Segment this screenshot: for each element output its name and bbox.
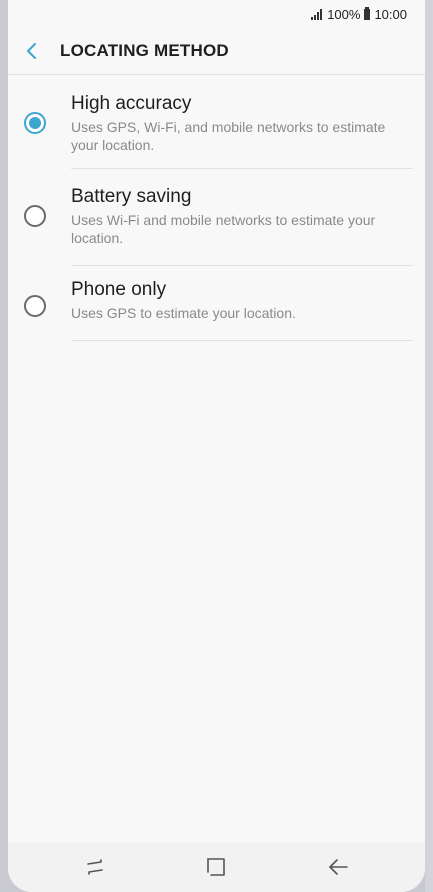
option-description: Uses GPS, Wi-Fi, and mobile networks to … xyxy=(71,119,386,153)
back-arrow-icon xyxy=(329,859,348,875)
clock: 10:00 xyxy=(374,6,407,22)
battery-icon xyxy=(364,6,371,20)
option-text: Battery saving Uses Wi-Fi and mobile net… xyxy=(71,173,413,266)
home-button[interactable] xyxy=(196,849,236,885)
battery-percent: 100% xyxy=(327,6,361,22)
recents-button[interactable] xyxy=(75,849,115,885)
option-battery-saving[interactable]: Battery saving Uses Wi-Fi and mobile net… xyxy=(8,173,425,266)
option-description: Uses GPS to estimate your location. xyxy=(71,305,296,321)
option-description: Uses Wi-Fi and mobile networks to estima… xyxy=(71,212,376,246)
app-bar: LOCATING METHOD xyxy=(8,28,425,75)
navigation-bar xyxy=(8,842,425,892)
page-title: LOCATING METHOD xyxy=(60,41,229,60)
option-text: High accuracy Uses GPS, Wi-Fi, and mobil… xyxy=(71,80,413,169)
recents-icon xyxy=(87,859,103,875)
back-button[interactable] xyxy=(10,29,54,73)
back-nav-button[interactable] xyxy=(318,849,358,885)
home-icon xyxy=(207,858,226,876)
locating-method-list: High accuracy Uses GPS, Wi-Fi, and mobil… xyxy=(8,80,425,341)
option-high-accuracy[interactable]: High accuracy Uses GPS, Wi-Fi, and mobil… xyxy=(8,80,425,173)
chevron-left-icon xyxy=(27,43,36,59)
radio-battery-saving[interactable] xyxy=(24,205,46,227)
radio-phone-only[interactable] xyxy=(24,295,46,317)
radio-high-accuracy[interactable] xyxy=(24,112,46,134)
option-text: Phone only Uses GPS to estimate your loc… xyxy=(71,266,413,341)
option-title: Battery saving xyxy=(71,186,192,207)
option-title: Phone only xyxy=(71,279,167,300)
status-bar: 100% 10:00 xyxy=(8,0,425,28)
option-phone-only[interactable]: Phone only Uses GPS to estimate your loc… xyxy=(8,266,425,341)
phone-screen: 100% 10:00 LOCATING METHOD High accuracy… xyxy=(8,0,425,892)
device-edge xyxy=(425,0,433,892)
signal-icon xyxy=(311,8,323,20)
option-title: High accuracy xyxy=(71,93,192,114)
